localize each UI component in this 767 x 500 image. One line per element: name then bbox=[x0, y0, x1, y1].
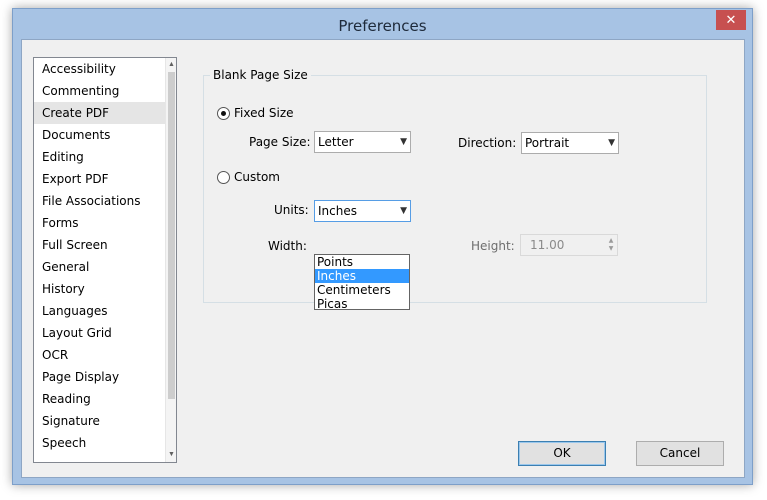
height-spinbox[interactable]: 11.00 ▲ ▼ bbox=[520, 234, 618, 256]
page-size-value: Letter bbox=[318, 135, 354, 149]
window-title: Preferences bbox=[338, 17, 427, 35]
units-option-inches[interactable]: Inches bbox=[315, 269, 409, 283]
sidebar-item-ocr[interactable]: OCR bbox=[34, 344, 166, 366]
fixed-size-radio[interactable] bbox=[217, 106, 230, 120]
custom-label: Custom bbox=[234, 170, 280, 184]
sidebar-item-full-screen[interactable]: Full Screen bbox=[34, 234, 166, 256]
sidebar-item-signature[interactable]: Signature bbox=[34, 410, 166, 432]
units-value: Inches bbox=[318, 204, 357, 218]
page-size-select[interactable]: Letter ▼ bbox=[314, 131, 411, 153]
scroll-up-icon[interactable]: ▲ bbox=[167, 60, 176, 70]
cancel-button[interactable]: Cancel bbox=[636, 441, 724, 466]
units-label: Units: bbox=[274, 203, 309, 217]
chevron-down-icon: ▼ bbox=[608, 138, 615, 148]
ok-button[interactable]: OK bbox=[518, 441, 606, 466]
sidebar-item-reading[interactable]: Reading bbox=[34, 388, 166, 410]
sidebar-item-languages[interactable]: Languages bbox=[34, 300, 166, 322]
group-title: Blank Page Size bbox=[210, 68, 311, 82]
units-option-points[interactable]: Points bbox=[315, 255, 409, 269]
scrollbar-thumb[interactable] bbox=[168, 72, 175, 399]
preferences-window: Preferences ✕ Accessibility Commenting Cre… bbox=[12, 8, 753, 485]
page-size-label: Page Size: bbox=[249, 135, 311, 149]
sidebar-item-accessibility[interactable]: Accessibility bbox=[34, 58, 166, 80]
units-option-centimeters[interactable]: Centimeters bbox=[315, 283, 409, 297]
height-label: Height: bbox=[471, 239, 515, 253]
close-icon[interactable]: ✕ bbox=[716, 10, 746, 30]
sidebar-item-commenting[interactable]: Commenting bbox=[34, 80, 166, 102]
custom-radio[interactable] bbox=[217, 170, 230, 184]
sidebar-item-layout-grid[interactable]: Layout Grid bbox=[34, 322, 166, 344]
sidebar-item-history[interactable]: History bbox=[34, 278, 166, 300]
spin-arrows-icon[interactable]: ▲ ▼ bbox=[607, 237, 615, 253]
dialog-body: Accessibility Commenting Create PDF Documen… bbox=[21, 39, 745, 478]
units-option-picas[interactable]: Picas bbox=[315, 297, 409, 311]
sidebar-item-page-display[interactable]: Page Display bbox=[34, 366, 166, 388]
fixed-size-radio-row[interactable]: Fixed Size bbox=[217, 106, 294, 120]
scroll-down-icon[interactable]: ▼ bbox=[167, 450, 176, 460]
category-items: Accessibility Commenting Create PDF Documen… bbox=[34, 58, 166, 454]
category-list: Accessibility Commenting Create PDF Documen… bbox=[33, 57, 177, 463]
fixed-size-label: Fixed Size bbox=[234, 106, 294, 120]
direction-label: Direction: bbox=[458, 136, 517, 150]
direction-value: Portrait bbox=[525, 136, 570, 150]
sidebar-item-forms[interactable]: Forms bbox=[34, 212, 166, 234]
units-select[interactable]: Inches ▼ bbox=[314, 200, 411, 222]
chevron-down-icon: ▼ bbox=[400, 206, 407, 216]
width-label: Width: bbox=[268, 239, 307, 253]
custom-radio-row[interactable]: Custom bbox=[217, 170, 280, 184]
height-value: 11.00 bbox=[530, 238, 565, 252]
sidebar-item-documents[interactable]: Documents bbox=[34, 124, 166, 146]
chevron-down-icon: ▼ bbox=[400, 137, 407, 147]
units-dropdown-list: Points Inches Centimeters Picas bbox=[314, 254, 410, 311]
category-scrollbar[interactable]: ▲ ▼ bbox=[165, 58, 176, 462]
sidebar-item-file-associations[interactable]: File Associations bbox=[34, 190, 166, 212]
sidebar-item-speech[interactable]: Speech bbox=[34, 432, 166, 454]
direction-select[interactable]: Portrait ▼ bbox=[521, 132, 619, 154]
sidebar-item-editing[interactable]: Editing bbox=[34, 146, 166, 168]
sidebar-item-export-pdf[interactable]: Export PDF bbox=[34, 168, 166, 190]
sidebar-item-general[interactable]: General bbox=[34, 256, 166, 278]
sidebar-item-create-pdf[interactable]: Create PDF bbox=[34, 102, 166, 124]
